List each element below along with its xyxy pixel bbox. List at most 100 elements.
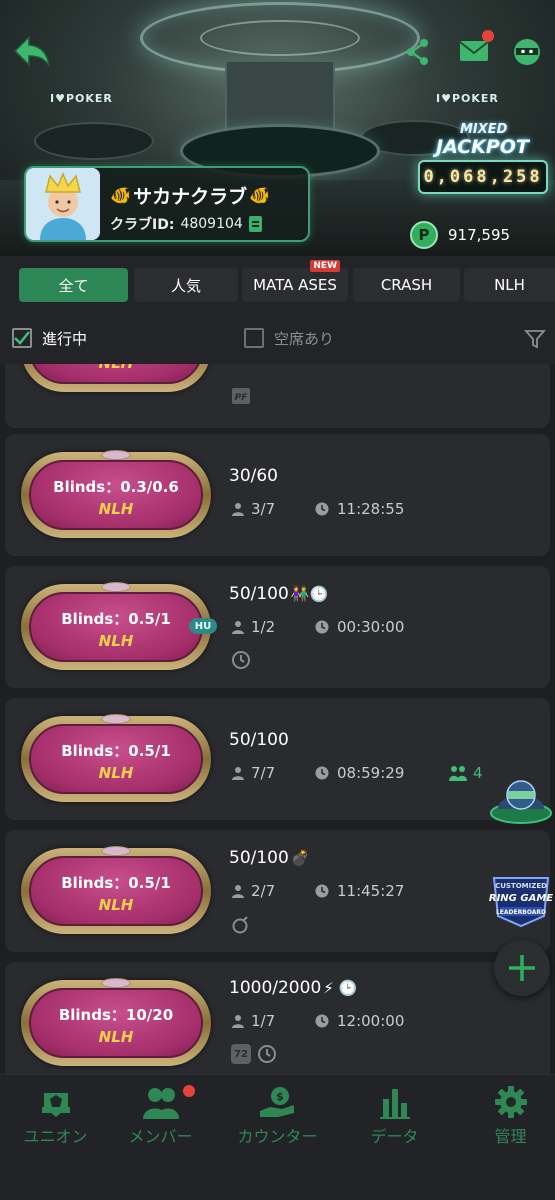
club-info-card[interactable]: 🐠 サカナクラブ 🐠 クラブID: 4809104 <box>24 166 310 242</box>
leaderboard-line1: CUSTOMIZED <box>495 882 547 890</box>
checkmark-icon <box>14 331 30 345</box>
jackpot-board: 0,068,258 <box>418 160 548 194</box>
table-plate: Blinds：0.5/1 NLH <box>21 714 211 802</box>
clock-icon <box>315 620 329 634</box>
category-tabs: 全て 人気 MATA ASES NEW CRASH NLH <box>0 256 555 316</box>
nav-label: カウンター <box>237 1127 318 1146</box>
profile-ninja-button[interactable] <box>510 36 544 68</box>
nav-management[interactable]: 管理 <box>455 1085 555 1155</box>
seats-available-checkbox[interactable] <box>244 328 264 348</box>
timer-tag-icon <box>258 1045 276 1063</box>
table-time: 11:28:55 <box>337 500 405 518</box>
tag-row: 72 <box>231 1044 277 1064</box>
person-icon <box>232 503 244 516</box>
share-icon <box>407 39 428 65</box>
pf-tag-icon: PF <box>232 388 250 404</box>
in-progress-label[interactable]: 進行中 <box>42 328 87 349</box>
tab-crash[interactable]: CRASH <box>353 268 460 302</box>
share-button[interactable] <box>404 36 432 68</box>
person-icon <box>232 885 244 898</box>
player-count: 7/7 <box>251 764 276 782</box>
table-plate: Blinds：10/20 NLH <box>21 978 211 1066</box>
table-time: 12:00:00 <box>337 1012 405 1030</box>
fish-icon: 🐠 <box>110 185 132 206</box>
copy-document-icon[interactable] <box>248 216 262 232</box>
tab-mata-ases[interactable]: MATA ASES NEW <box>242 260 348 302</box>
club-avatar <box>26 168 100 240</box>
blinds-label: Blinds：0.3/0.6 <box>53 478 179 496</box>
table-meta: 1/7 12:00:00 <box>231 1012 404 1030</box>
table-time: 11:45:27 <box>337 882 405 900</box>
game-type: NLH <box>98 632 134 650</box>
stake-value: 50/100 <box>229 848 289 868</box>
chip-pile-widget[interactable] <box>488 775 554 829</box>
tab-all[interactable]: 全て <box>19 268 128 302</box>
club-name-row: 🐠 サカナクラブ 🐠 <box>110 182 270 209</box>
seats-available-label[interactable]: 空席あり <box>274 328 334 349</box>
table-time: 08:59:29 <box>337 764 405 782</box>
nav-data[interactable]: データ <box>339 1085 450 1155</box>
player-count: 2/7 <box>251 882 276 900</box>
points-balance[interactable]: P 917,595 <box>410 221 510 249</box>
tab-popular[interactable]: 人気 <box>134 268 238 302</box>
person-icon <box>232 767 244 780</box>
mail-notification-dot <box>482 30 494 42</box>
new-badge: NEW <box>310 260 340 272</box>
stake-emoji: 👫🕒 <box>290 585 329 603</box>
ninja-icon <box>514 39 540 65</box>
room-table-left <box>34 122 154 160</box>
player-count: 1/7 <box>251 1012 276 1030</box>
mail-button[interactable] <box>456 30 494 66</box>
table-meta: 3/7 11:28:55 <box>231 500 404 518</box>
ring-game-leaderboard-widget[interactable]: CUSTOMIZED RING GAME LEADERBOARD <box>488 864 554 930</box>
club-lobby-screen: I♥POKER I♥POKER 🐠 サカナクラブ 🐠 クラブID: 480910… <box>0 0 555 1200</box>
table-meta: 7/7 08:59:29 4 <box>231 764 483 782</box>
table-card[interactable]: NLH PF <box>5 364 550 428</box>
table-card[interactable]: Blinds：0.5/1 NLH 50/100 💣 2/7 11:45:27 <box>5 830 550 952</box>
tab-nlh[interactable]: NLH <box>464 268 555 302</box>
nav-counter[interactable]: $ カウンター <box>222 1085 333 1155</box>
club-id-label: クラブID: <box>110 217 175 233</box>
filter-funnel-icon[interactable] <box>524 328 546 350</box>
in-progress-checkbox[interactable] <box>12 328 32 348</box>
blinds-label: Blinds：0.5/1 <box>61 742 171 760</box>
stake-row: 1000/2000 ⚡ 🕒 <box>229 978 357 998</box>
points-value: 917,595 <box>448 226 511 244</box>
nav-union[interactable]: ユニオン <box>0 1085 111 1155</box>
person-icon <box>232 1015 244 1028</box>
table-plate: Blinds：0.5/1 NLH <box>21 846 211 934</box>
stake-value: 50/100 <box>229 584 289 604</box>
table-card[interactable]: Blinds：0.5/1 NLH 50/100 7/7 08:59:29 4 <box>5 698 550 820</box>
stake-row: 50/100 <box>229 730 289 750</box>
nav-label: メンバー <box>128 1127 193 1146</box>
nav-members[interactable]: メンバー <box>105 1085 216 1155</box>
counter-icon: $ <box>259 1087 294 1117</box>
stake-value: 50/100 <box>229 730 289 750</box>
points-coin-icon: P <box>410 221 438 249</box>
jackpot-title: JACKPOT <box>436 136 529 158</box>
tab-label: MATA ASES <box>253 276 337 294</box>
plus-icon <box>509 955 535 981</box>
mixed-jackpot-banner[interactable]: MIXED JACKPOT 0,068,258 <box>414 118 550 202</box>
data-chart-icon <box>379 1089 410 1119</box>
stake-emoji: ⚡ 🕒 <box>323 979 358 997</box>
back-button[interactable] <box>10 32 52 70</box>
club-header: I♥POKER I♥POKER 🐠 サカナクラブ 🐠 クラブID: 480910… <box>0 0 555 256</box>
table-card[interactable]: Blinds：10/20 NLH 1000/2000 ⚡ 🕒 1/7 12:00… <box>5 962 550 1074</box>
gear-icon <box>494 1086 527 1118</box>
clock-icon <box>315 766 329 780</box>
create-table-button[interactable] <box>494 940 550 996</box>
stake-row: 30/60 <box>229 466 278 486</box>
clock-icon <box>315 884 329 898</box>
svg-text:PF: PF <box>235 393 249 403</box>
back-wall-screen <box>225 60 335 130</box>
waiting-list: 4 <box>449 764 483 782</box>
bottom-navigation: ユニオン メンバー $ カウンター データ 管理 <box>0 1074 555 1200</box>
filter-bar: 進行中 空席あり <box>0 316 555 364</box>
fish-icon: 🐠 <box>249 185 271 206</box>
game-type: NLH <box>98 500 134 518</box>
table-card[interactable]: Blinds：0.5/1 NLH HU 50/100 👫🕒 1/2 00:30:… <box>5 566 550 688</box>
leaderboard-line3: LEADERBOARD <box>496 909 546 916</box>
table-card[interactable]: Blinds：0.3/0.6 NLH 30/60 3/7 11:28:55 <box>5 434 550 556</box>
nav-label: ユニオン <box>23 1127 88 1146</box>
